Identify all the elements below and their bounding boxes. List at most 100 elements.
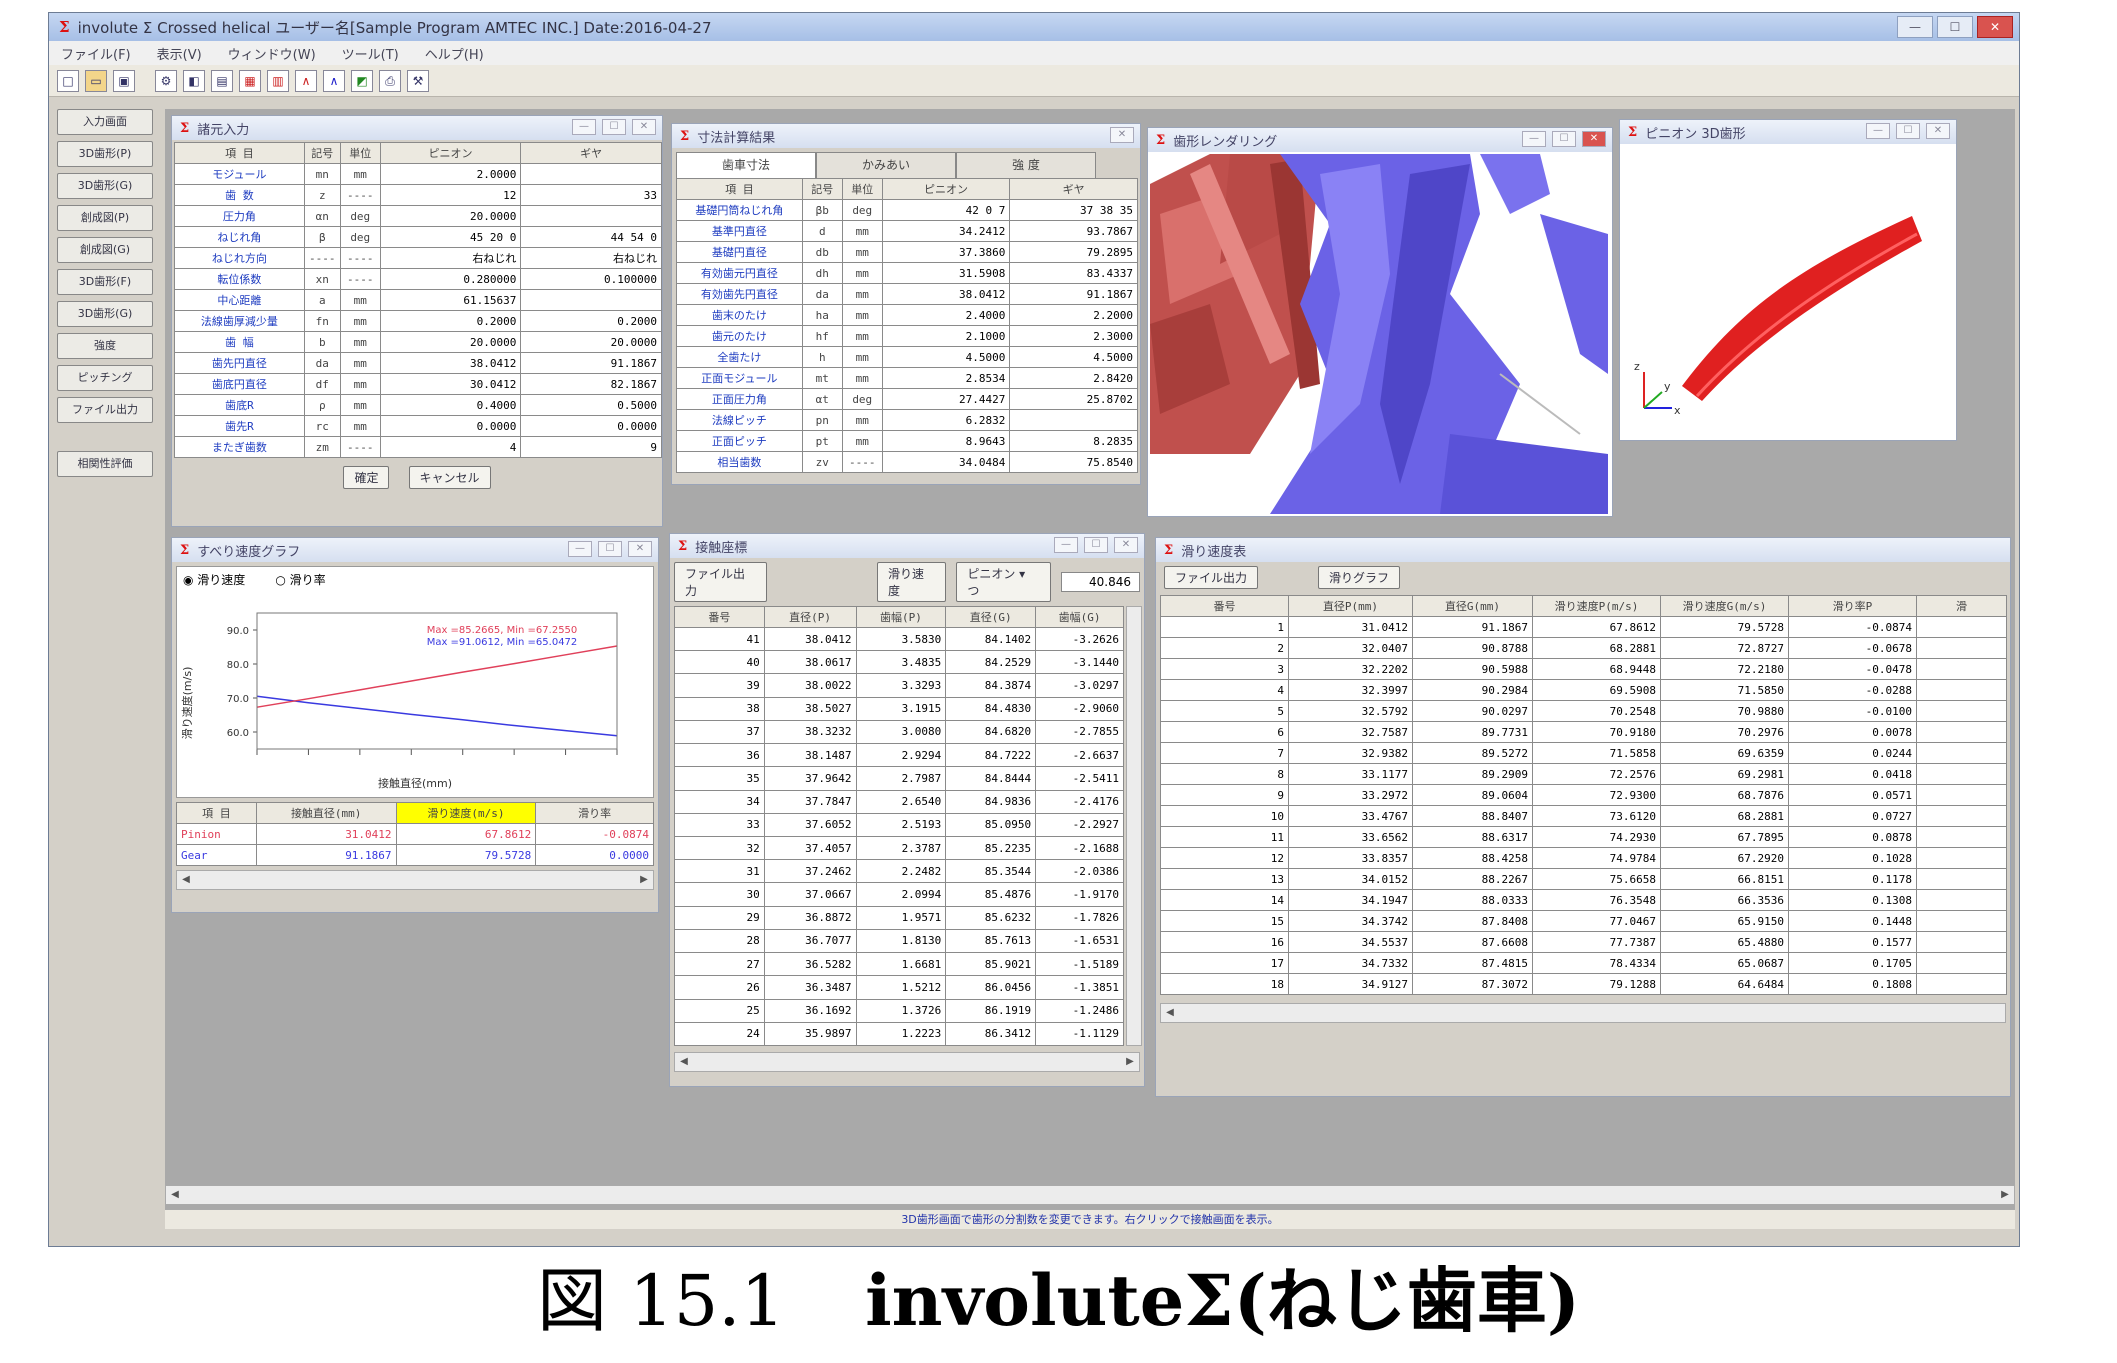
input-row[interactable]: 歯 数 z ---- 12 33: [174, 184, 662, 206]
slip-row[interactable]: 16 34.5537 87.6608 77.7387 65.4880 0.1577: [1160, 931, 2007, 953]
menu-view[interactable]: 表示(V): [157, 44, 202, 63]
correlation-button[interactable]: 相関性評価: [57, 451, 153, 477]
table-row[interactable]: Pinion 31.0412 67.8612 -0.0874: [176, 823, 654, 845]
panel-maximize-button[interactable]: ☐: [602, 119, 626, 135]
contact-row[interactable]: 33 37.6052 2.5193 85.0950 -2.2927: [674, 812, 1124, 837]
panel-close-button[interactable]: ✕: [1926, 123, 1950, 139]
slip-graph-button[interactable]: 滑りグラフ: [1318, 566, 1401, 589]
slip-row[interactable]: 4 32.3997 90.2984 69.5908 71.5850 -0.0288: [1160, 679, 2007, 701]
tab-strength[interactable]: 強 度: [956, 152, 1096, 178]
contact-row[interactable]: 25 36.1692 1.3726 86.1919 -1.2486: [674, 998, 1124, 1023]
close-button[interactable]: ✕: [1977, 16, 2013, 38]
gear-3d-button[interactable]: 3D歯形(G): [57, 173, 153, 199]
slip-row[interactable]: 7 32.9382 89.5272 71.5858 69.6359 0.0244: [1160, 742, 2007, 764]
mdi-hscrollbar[interactable]: ◀ ▶: [165, 1185, 2015, 1205]
graph-5-icon[interactable]: ◩: [351, 69, 373, 92]
dimension-row[interactable]: 有効歯元円直径 dh mm 31.5908 83.4337: [676, 262, 1138, 284]
ok-button[interactable]: 確定: [343, 466, 390, 489]
dimension-row[interactable]: 正面モジュール mt mm 2.8534 2.8420: [676, 367, 1138, 389]
input-row[interactable]: 圧力角 αn deg 20.0000: [174, 205, 662, 227]
input-row[interactable]: 歯先円直径 da mm 38.0412 91.1867: [174, 352, 662, 374]
contact-value-field[interactable]: 40.846: [1060, 572, 1141, 592]
tab-dimensions[interactable]: 歯車寸法: [676, 152, 816, 178]
menu-file[interactable]: ファイル(F): [61, 44, 131, 63]
pinion-3d-canvas[interactable]: z x y: [1622, 146, 1956, 440]
contact-row[interactable]: 28 36.7077 1.8130 85.7613 -1.6531: [674, 928, 1124, 954]
dimension-row[interactable]: 相当歯数 zv ---- 34.0484 75.8540: [676, 451, 1138, 473]
scroll-left-icon[interactable]: ◀: [1161, 1004, 1179, 1022]
contact-row[interactable]: 37 38.3232 3.0080 84.6820 -2.7855: [674, 719, 1124, 745]
graph-3-icon[interactable]: ∧: [295, 69, 317, 92]
panel-close-button[interactable]: ✕: [1582, 131, 1606, 147]
contact-row[interactable]: 30 37.0667 2.0994 85.4876 -1.9170: [674, 882, 1124, 907]
dimension-row[interactable]: 全歯たけ h mm 4.5000 4.5000: [676, 346, 1138, 368]
contact-row[interactable]: 31 37.2462 2.2482 85.3544 -2.0386: [674, 859, 1124, 884]
panel-maximize-button[interactable]: ☐: [598, 541, 622, 557]
slip-row[interactable]: 15 34.3742 87.8408 77.0467 65.9150 0.1448: [1160, 910, 2007, 932]
contact-row[interactable]: 34 37.7847 2.6540 84.9836 -2.4176: [674, 789, 1124, 814]
contact-row[interactable]: 24 35.9897 1.2223 86.3412 -1.1129: [674, 1021, 1124, 1047]
contact-row[interactable]: 40 38.0617 3.4835 84.2529 -3.1440: [674, 650, 1124, 675]
slip-table-hscrollbar[interactable]: ◀: [1160, 1003, 2006, 1023]
gear-3d-alt-button[interactable]: 3D歯形(G): [57, 301, 153, 327]
contact-vscrollbar[interactable]: [1126, 606, 1142, 1046]
scroll-left-icon[interactable]: ◀: [675, 1053, 693, 1071]
open-folder-icon[interactable]: ▭: [85, 69, 107, 92]
scroll-right-icon[interactable]: ▶: [1996, 1186, 2014, 1204]
input-row[interactable]: 歯先R rc mm 0.0000 0.0000: [174, 415, 662, 437]
input-row[interactable]: またぎ歯数 zm ---- 4 9: [174, 436, 662, 458]
panel-maximize-button[interactable]: ☐: [1552, 131, 1576, 147]
panel-minimize-button[interactable]: —: [1522, 131, 1546, 147]
contact-row[interactable]: 35 37.9642 2.7987 84.8444 -2.5411: [674, 766, 1124, 791]
graph-2-icon[interactable]: ▥: [267, 69, 289, 92]
input-row[interactable]: 法線歯厚減少量 fn mm 0.2000 0.2000: [174, 310, 662, 332]
slip-row[interactable]: 3 32.2202 90.5988 68.9448 72.2180 -0.0478: [1160, 658, 2007, 680]
gear-image-icon[interactable]: ⚙: [155, 69, 177, 92]
dimension-row[interactable]: 基準円直径 d mm 34.2412 93.7867: [676, 220, 1138, 242]
slip-velocity-button[interactable]: 滑り速度: [876, 562, 947, 602]
slip-row[interactable]: 18 34.9127 87.3072 79.1288 64.6484 0.1808: [1160, 973, 2007, 995]
scroll-right-icon[interactable]: ▶: [635, 871, 653, 889]
new-file-icon[interactable]: □: [57, 69, 79, 92]
dimension-row[interactable]: 有効歯先円直径 da mm 38.0412 91.1867: [676, 283, 1138, 305]
panel-maximize-button[interactable]: ☐: [1084, 537, 1108, 553]
slip-row[interactable]: 11 33.6562 88.6317 74.2930 67.7895 0.0878: [1160, 826, 2007, 848]
graph-4-icon[interactable]: ∧: [323, 69, 345, 92]
contact-row[interactable]: 39 38.0022 3.3293 84.3874 -3.0297: [674, 673, 1124, 698]
panel-minimize-button[interactable]: —: [568, 541, 592, 557]
radio-velocity[interactable]: ◉ 滑り速度: [183, 571, 245, 588]
tool-1-icon[interactable]: ◧: [183, 69, 205, 92]
dimension-row[interactable]: 歯末のたけ ha mm 2.4000 2.2000: [676, 304, 1138, 326]
pinion-generation-button[interactable]: 創成図(P): [57, 205, 153, 231]
panel-close-button[interactable]: ✕: [1114, 537, 1138, 553]
contact-row[interactable]: 36 38.1487 2.9294 84.7222 -2.6637: [674, 743, 1124, 768]
slip-row[interactable]: 10 33.4767 88.8407 73.6120 68.2881 0.0727: [1160, 805, 2007, 827]
dimension-row[interactable]: 法線ピッチ pn mm 6.2832: [676, 409, 1138, 431]
cancel-button[interactable]: キャンセル: [408, 466, 491, 489]
dimension-row[interactable]: 正面圧力角 αt deg 27.4427 25.8702: [676, 388, 1138, 410]
dimension-row[interactable]: 基礎円直径 db mm 37.3860 79.2895: [676, 241, 1138, 263]
pair-3d-button[interactable]: 3D歯形(F): [57, 269, 153, 295]
contact-hscrollbar[interactable]: ◀ ▶: [674, 1052, 1140, 1072]
slip-row[interactable]: 9 33.2972 89.0604 72.9300 68.7876 0.0571: [1160, 784, 2007, 806]
slip-row[interactable]: 14 34.1947 88.0333 76.3548 66.3536 0.1308: [1160, 889, 2007, 911]
slip-row[interactable]: 12 33.8357 88.4258 74.9784 67.2920 0.1028: [1160, 847, 2007, 869]
slip-file-output-button[interactable]: ファイル出力: [1164, 566, 1259, 589]
scroll-left-icon[interactable]: ◀: [166, 1186, 184, 1204]
slip-row[interactable]: 6 32.7587 89.7731 70.9180 70.2976 0.0078: [1160, 721, 2007, 743]
file-output-button[interactable]: ファイル出力: [57, 397, 153, 423]
pinion-3d-button[interactable]: 3D歯形(P): [57, 141, 153, 167]
input-row[interactable]: 歯底円直径 df mm 30.0412 82.1867: [174, 373, 662, 395]
slip-row[interactable]: 1 31.0412 91.1867 67.8612 79.5728 -0.0874: [1160, 616, 2007, 638]
input-row[interactable]: 歯底R ρ mm 0.4000 0.5000: [174, 394, 662, 416]
menu-window[interactable]: ウィンドウ(W): [228, 44, 316, 63]
gear-generation-button[interactable]: 創成図(G): [57, 237, 153, 263]
input-row[interactable]: ねじれ方向 ---- ---- 右ねじれ 右ねじれ: [174, 247, 662, 269]
menu-tools[interactable]: ツール(T): [342, 44, 399, 63]
panel-minimize-button[interactable]: —: [1866, 123, 1890, 139]
tool-2-icon[interactable]: ▤: [211, 69, 233, 92]
slip-row[interactable]: 8 33.1177 89.2909 72.2576 69.2981 0.0418: [1160, 763, 2007, 785]
dimension-row[interactable]: 基礎円筒ねじれ角 βb deg 42 0 7 37 38 35: [676, 199, 1138, 221]
dimension-row[interactable]: 正面ピッチ pt mm 8.9643 8.2835: [676, 430, 1138, 452]
panel-minimize-button[interactable]: —: [1054, 537, 1078, 553]
